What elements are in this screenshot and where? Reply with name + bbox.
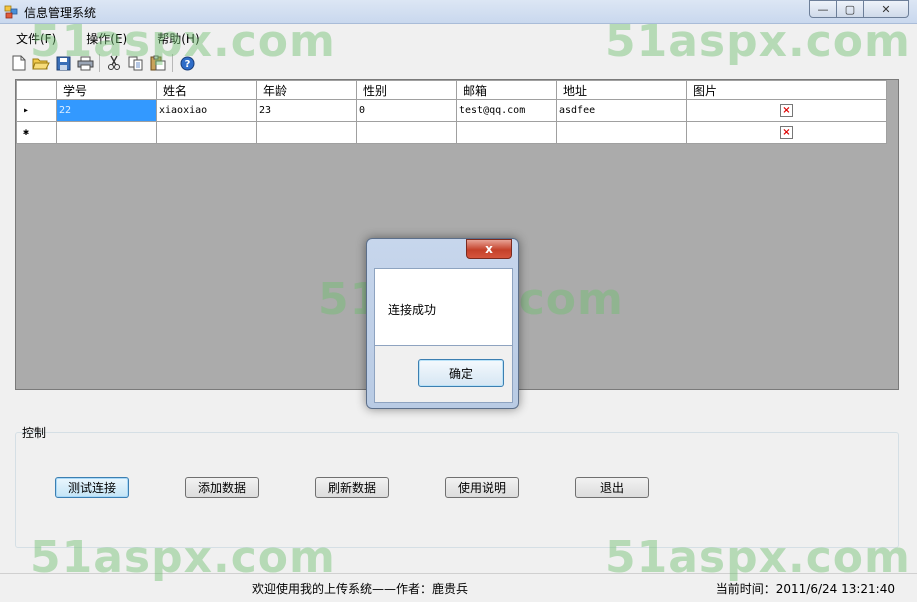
toolbar: ? [0,50,917,76]
status-welcome: 欢迎使用我的上传系统——作者：鹿贵兵 [252,582,469,596]
help-icon: ? [180,56,194,70]
app-icon [4,5,18,19]
maximize-button[interactable]: ▢ [836,0,864,18]
open-icon [32,58,50,69]
table-cell[interactable]: xiaoxiao [156,99,257,122]
broken-image-icon: × [780,126,793,139]
header-row: 学号 姓名 年龄 性别 邮箱 地址 图片 [16,80,887,100]
svg-text:?: ? [184,59,190,70]
table-cell[interactable] [456,121,557,144]
test-connection-button[interactable]: 测试连接 [55,477,129,498]
open-button[interactable] [30,52,52,74]
window-title: 信息管理系统 [24,6,97,20]
minimize-icon: — [817,2,829,16]
table-cell[interactable] [156,121,257,144]
save-icon [56,56,70,70]
save-button[interactable] [52,52,74,74]
column-header[interactable]: 姓名 [156,80,257,100]
table-row[interactable]: ▸ 22 xiaoxiao 23 0 test@qq.com asdfee × [16,99,887,122]
print-icon [77,56,93,70]
status-time: 当前时间：2011/6/24 13:21:40 [715,582,895,596]
table-cell[interactable] [56,121,157,144]
minimize-button[interactable]: — [809,0,837,18]
cut-button[interactable] [103,52,125,74]
close-button[interactable]: ✕ [863,0,909,18]
status-bar: 欢迎使用我的上传系统——作者：鹿贵兵 当前时间：2011/6/24 13:21:… [0,573,917,602]
ok-button[interactable]: 确定 [418,359,504,387]
row-indicator[interactable]: ▸ [16,99,57,122]
instructions-button[interactable]: 使用说明 [445,477,519,498]
table-cell[interactable]: asdfee [556,99,687,122]
dialog-footer: 确定 [374,346,513,403]
broken-image-icon: × [780,104,793,117]
groupbox-label: 控制 [22,426,47,440]
new-icon [12,55,26,71]
paste-button[interactable] [147,52,169,74]
menu-help[interactable]: 帮助(H) [151,28,205,49]
table-cell[interactable]: 23 [256,99,357,122]
table-cell[interactable]: 22 [56,99,157,122]
column-header[interactable]: 学号 [56,80,157,100]
close-icon: ✕ [881,2,891,16]
dialog-message: 连接成功 [388,303,437,317]
table-cell[interactable] [256,121,357,144]
toolbar-separator [99,54,100,72]
row-indicator[interactable]: ✱ [16,121,57,144]
column-header[interactable]: 性别 [356,80,457,100]
paste-icon [150,55,166,71]
new-button[interactable] [8,52,30,74]
close-icon: x [485,242,493,256]
menu-file[interactable]: 文件(F) [10,28,62,49]
toolbar-separator [172,54,173,72]
column-header[interactable]: 邮箱 [456,80,557,100]
add-data-button[interactable]: 添加数据 [185,477,259,498]
new-row[interactable]: ✱ × [16,121,887,144]
menu-edit[interactable]: 操作(E) [80,28,133,49]
message-dialog[interactable]: x 连接成功 确定 [366,238,519,409]
help-button[interactable]: ? [176,52,198,74]
copy-button[interactable] [125,52,147,74]
table-cell[interactable]: 0 [356,99,457,122]
menu-bar: 文件(F) 操作(E) 帮助(H) [0,26,917,50]
cut-icon [108,55,120,70]
column-header[interactable]: 地址 [556,80,687,100]
print-button[interactable] [74,52,96,74]
table-cell[interactable]: test@qq.com [456,99,557,122]
corner-header[interactable] [16,80,57,100]
data-table: 学号 姓名 年龄 性别 邮箱 地址 图片 ▸ 22 xiaoxiao 23 0 … [16,80,887,144]
dialog-body: 连接成功 [374,268,513,346]
refresh-data-button[interactable]: 刷新数据 [315,477,389,498]
exit-button[interactable]: 退出 [575,477,649,498]
title-bar[interactable]: 信息管理系统 — ▢ ✕ [0,0,917,24]
table-cell[interactable] [356,121,457,144]
dialog-close-button[interactable]: x [466,239,512,259]
image-cell[interactable]: × [686,121,887,144]
main-window: 信息管理系统 — ▢ ✕ 文件(F) 操作(E) 帮助(H) ? 学号 姓名 年… [0,0,917,602]
copy-icon [128,56,143,70]
table-cell[interactable] [556,121,687,144]
column-header[interactable]: 图片 [686,80,887,100]
image-cell[interactable]: × [686,99,887,122]
column-header[interactable]: 年龄 [256,80,357,100]
maximize-icon: ▢ [844,2,856,16]
